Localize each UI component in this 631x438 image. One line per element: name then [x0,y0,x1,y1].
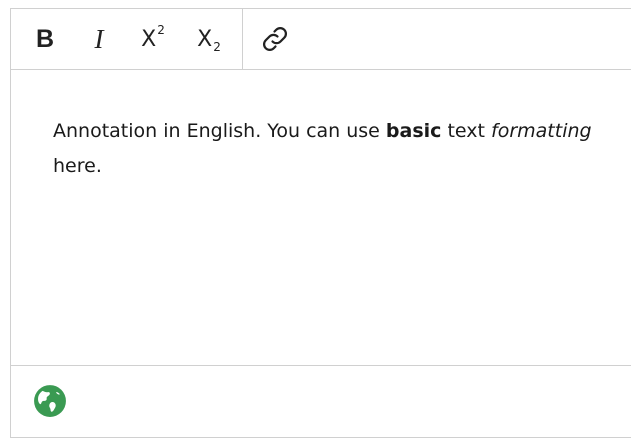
subscript-button[interactable]: X2 [183,9,235,69]
annotation-editor: B I X2 X2 Annotation in English. You can… [10,8,631,438]
bold-text: basic [385,120,442,142]
link-button[interactable] [249,9,301,69]
bold-button[interactable]: B [19,9,71,69]
italic-text: formatting [491,120,592,142]
formatting-toolbar: B I X2 X2 [11,9,631,70]
text-before: Annotation in English. You can use [53,120,386,142]
link-icon [262,26,288,52]
subscript-base: X [197,26,213,52]
toolbar-divider [242,9,243,69]
editor-footer [11,366,631,426]
superscript-mark: 2 [157,23,165,37]
subscript-mark: 2 [213,40,221,54]
text-after: here. [53,155,102,177]
superscript-button[interactable]: X2 [127,9,179,69]
text-middle: text [441,120,492,142]
globe-icon[interactable] [33,384,67,418]
superscript-base: X [141,26,157,52]
italic-button[interactable]: I [73,9,125,69]
editor-content[interactable]: Annotation in English. You can use basic… [11,70,631,366]
annotation-paragraph: Annotation in English. You can use basic… [53,114,613,184]
